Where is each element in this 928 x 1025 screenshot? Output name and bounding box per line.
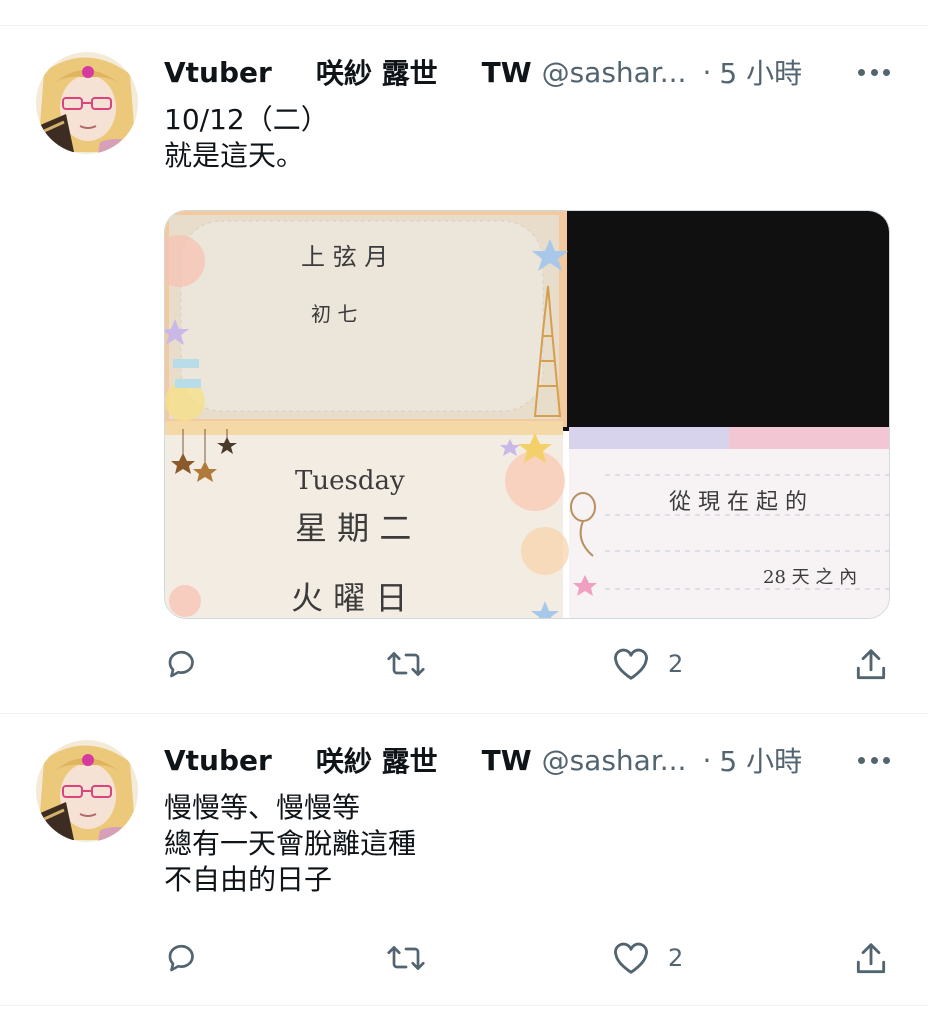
- more-icon[interactable]: [858, 754, 890, 766]
- reply-button[interactable]: [164, 940, 218, 976]
- tweet-timestamp[interactable]: 5 小時: [719, 740, 802, 780]
- card1-line1: 上 弦 月: [301, 243, 388, 271]
- tweet-timestamp[interactable]: 5 小時: [719, 52, 802, 92]
- author-name-part-1[interactable]: Vtuber: [164, 56, 272, 89]
- author-name-part-1[interactable]: Vtuber: [164, 744, 272, 777]
- tweet-text: 10/12（二） 就是這天。: [164, 103, 329, 172]
- tweet-header: Vtuber 咲紗 露世 TW @sashar... · 5 小時: [164, 740, 802, 780]
- heart-icon: [614, 648, 648, 680]
- card2-line1: Tuesday: [295, 466, 405, 496]
- share-button[interactable]: [852, 646, 890, 684]
- more-icon[interactable]: [858, 66, 890, 78]
- separator-dot: ·: [702, 55, 712, 89]
- retweet-icon: [387, 652, 425, 676]
- card2-line3: 火 曜 日: [291, 579, 407, 617]
- retweet-button[interactable]: [386, 940, 444, 976]
- share-button[interactable]: [852, 940, 890, 978]
- like-count: 2: [668, 944, 684, 972]
- tweet[interactable]: Vtuber 咲紗 露世 TW @sashar... · 5 小時 慢慢等、慢慢…: [0, 714, 928, 1004]
- retweet-icon: [387, 946, 425, 970]
- like-button[interactable]: 2: [612, 646, 683, 682]
- share-icon: [856, 649, 886, 680]
- tweet[interactable]: Vtuber 咲紗 露世 TW @sashar... · 5 小時 10/12（…: [0, 26, 928, 714]
- author-name-part-3[interactable]: TW: [482, 744, 532, 777]
- card3-line1: 從 現 在 起 的: [669, 490, 807, 515]
- heart-icon: [614, 942, 648, 974]
- card3-line2: 28 天 之 內: [763, 567, 857, 588]
- author-name-part-3[interactable]: TW: [482, 56, 532, 89]
- reply-icon: [168, 650, 194, 678]
- author-name-part-2[interactable]: 咲紗 露世: [316, 740, 438, 780]
- reply-button[interactable]: [164, 646, 218, 682]
- tweet-media-image[interactable]: 上 弦 月 初 七 Tuesday 星 期 二 火 曜 日 從 現 在 起 的 …: [164, 210, 890, 619]
- author-handle[interactable]: @sashar...: [542, 56, 687, 89]
- card2-line2: 星 期 二: [295, 509, 411, 547]
- avatar[interactable]: [36, 52, 138, 154]
- separator-dot: ·: [702, 743, 712, 777]
- tweet-text: 慢慢等、慢慢等 總有一天會脫離這種 不自由的日子: [164, 791, 417, 896]
- bottom-divider: [0, 1005, 928, 1006]
- tweet-header: Vtuber 咲紗 露世 TW @sashar... · 5 小時: [164, 52, 802, 92]
- author-handle[interactable]: @sashar...: [542, 744, 687, 777]
- avatar[interactable]: [36, 740, 138, 842]
- retweet-button[interactable]: [386, 646, 444, 682]
- author-name-part-2[interactable]: 咲紗 露世: [316, 52, 438, 92]
- share-icon: [856, 943, 886, 974]
- card1-line2: 初 七: [311, 302, 357, 326]
- like-count: 2: [668, 650, 684, 678]
- reply-icon: [168, 944, 194, 972]
- like-button[interactable]: 2: [612, 940, 683, 976]
